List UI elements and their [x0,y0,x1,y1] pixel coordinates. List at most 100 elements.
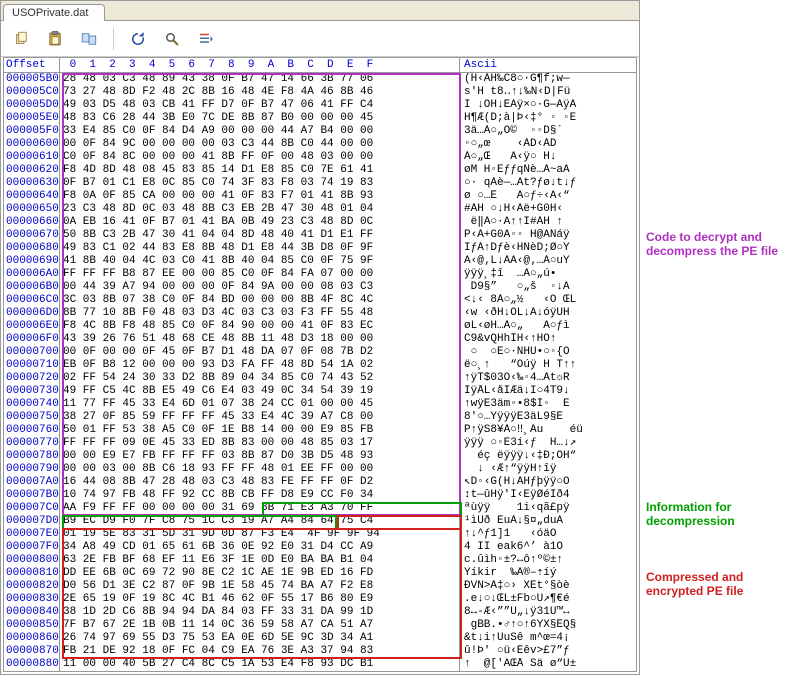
hex-row[interactable]: 000007F034 A8 49 CD 01 65 61 6B 36 0E 92… [4,541,636,554]
hex-row[interactable]: 00000770FF FF FF 09 0E 45 33 ED 8B 83 00… [4,437,636,450]
hex-row[interactable]: 0000075038 27 0F 85 59 FF FF FF 45 33 E4… [4,411,636,424]
ascii-cell: ÿÿÿ ○◦E3í‹ƒ H…↓↗ [460,437,636,450]
file-tab[interactable]: USOPrivate.dat [3,4,105,21]
hex-row[interactable]: 0000060000 0F 84 9C 00 00 00 00 03 C3 44… [4,138,636,151]
label-pe-file: Compressed and encrypted PE file [646,570,796,598]
hex-row[interactable]: 000006B000 44 39 A7 94 00 00 00 0F 84 9A… [4,281,636,294]
hex-cell: 73 27 48 8D F2 48 2C 8B 16 48 4E F8 4A 4… [60,86,460,99]
offset-cell: 00000860 [4,632,60,645]
offset-cell: 00000880 [4,658,60,671]
hex-row[interactable]: 0000078000 00 E9 E7 FB FF FF FF 03 8B 87… [4,450,636,463]
toolbar [1,21,639,57]
offset-cell: 00000840 [4,606,60,619]
offset-cell: 00000780 [4,450,60,463]
hex-row[interactable]: 000006300F B7 01 C1 E8 0C 85 C0 74 3F 83… [4,177,636,190]
hex-row[interactable]: 00000810DD EE 6B 0C 69 72 90 8E C2 1C AE… [4,567,636,580]
offset-cell: 000006A0 [4,268,60,281]
offset-cell: 00000830 [4,593,60,606]
hex-cell: 23 C3 48 8D 0C 03 48 8B C3 EB 2B 47 30 4… [60,203,460,216]
ascii-cell: c.ûìh­◦±?↔ô↑º©±↑ [460,554,636,567]
offset-cell: 000005E0 [4,112,60,125]
offset-cell: 00000610 [4,151,60,164]
hex-row[interactable]: 0000076050 01 FF 53 38 A5 C0 0F 1E B8 14… [4,424,636,437]
hex-row[interactable]: 00000640F8 0A 0F 85 CA 00 00 00 41 0F 83… [4,190,636,203]
copy-icon[interactable] [11,29,31,49]
hex-row[interactable]: 000005D049 03 D5 48 03 CB 41 FF D7 0F B7… [4,99,636,112]
hex-cell: AA F9 FF FF 00 00 00 00 31 69 8B 71 E3 A… [60,502,460,515]
hex-row[interactable]: 000008507F B7 67 2E 1B 0B 11 14 0C 36 59… [4,619,636,632]
hex-row[interactable]: 00000620F8 4D 8D 48 08 45 83 85 14 D1 E8… [4,164,636,177]
hex-row[interactable]: 00000820D0 56 D1 3E C2 87 0F 9B 1E 58 45… [4,580,636,593]
hex-row[interactable]: 00000610C0 0F 84 8C 00 00 00 41 8B FF 0F… [4,151,636,164]
hex-row[interactable]: 000006D08B 77 10 8B F0 48 03 D3 4C 03 C3… [4,307,636,320]
hex-row[interactable]: 0000069041 8B 40 04 4C 03 C0 41 8B 40 04… [4,255,636,268]
hex-row[interactable]: 000005C073 27 48 8D F2 48 2C 8B 16 48 4E… [4,86,636,99]
hex-row[interactable]: 000006A0FF FF FF B8 87 EE 00 00 85 C0 0F… [4,268,636,281]
hex-row[interactable]: 0000068049 83 C1 02 44 83 E8 8B 48 D1 E8… [4,242,636,255]
hex-cell: 00 00 E9 E7 FB FF FF FF 03 8B 87 D0 3B D… [60,450,460,463]
ascii-cell: ↑wÿE3äm◦•8$Ì◦ E [460,398,636,411]
hex-cell: 49 FF C5 4C 8B E5 49 C6 E4 03 49 0C 34 5… [60,385,460,398]
hex-row[interactable]: 0000072002 FF 54 24 30 33 D2 8B 89 04 34… [4,372,636,385]
ascii-cell: IƒÁ↑Dƒè‹HÑèD;Ø○Ÿ [460,242,636,255]
hex-row[interactable]: 0000065023 C3 48 8D 0C 03 48 8B C3 EB 2B… [4,203,636,216]
toolbar-separator [113,28,114,50]
annotation-panel: Code to decrypt and decompress the PE fi… [640,0,800,675]
hex-cell: 00 0F 00 00 0F 45 0F B7 D1 48 DA 07 0F 0… [60,346,460,359]
hex-row[interactable]: 00000710EB 0F B8 12 00 00 00 93 D3 FA FF… [4,359,636,372]
hex-cell: 38 1D 2D C6 8B 94 94 DA 84 03 FF 33 31 D… [60,606,460,619]
hex-cell: 38 27 0F 85 59 FF FF FF 45 33 E4 4C 39 A… [60,411,460,424]
hex-row[interactable]: 0000086026 74 97 69 55 D3 75 53 EA 0E 6D… [4,632,636,645]
refresh-icon[interactable] [128,29,148,49]
hex-cell: 11 77 FF 45 33 E4 6D 01 07 38 24 CC 01 0… [60,398,460,411]
compare-icon[interactable] [79,29,99,49]
hex-row[interactable]: 0000073049 FF C5 4C 8B E5 49 C6 E4 03 49… [4,385,636,398]
ascii-cell: Ýíkir ‰Â®‒⇡íý [460,567,636,580]
hex-row[interactable]: 0000080063 2E FB BF 68 EF 11 E6 3F 1E 0D… [4,554,636,567]
hex-row[interactable]: 000007A016 44 08 8B 47 28 48 03 C3 48 83… [4,476,636,489]
hex-row[interactable]: 000006F043 39 26 76 51 48 68 CE 48 8B 11… [4,333,636,346]
hex-row[interactable]: 000007E001 19 5E 83 31 5D 31 9D 0D 87 F3… [4,528,636,541]
offset-cell: 00000800 [4,554,60,567]
hex-cell: 48 83 C6 28 44 3B E0 7C DE 8B 87 B0 00 0… [60,112,460,125]
hex-cell: 50 01 FF 53 38 A5 C0 0F 1E B8 14 00 00 E… [60,424,460,437]
offset-cell: 00000810 [4,567,60,580]
ascii-cell: ø ○…Ê A○ƒ÷‹A‹“ [460,190,636,203]
offset-cell: 00000820 [4,580,60,593]
hex-row[interactable]: 0000084038 1D 2D C6 8B 94 94 DA 84 03 FF… [4,606,636,619]
hex-row[interactable]: 000007C0AA F9 FF FF 00 00 00 00 31 69 8B… [4,502,636,515]
hex-row[interactable]: 0000079000 00 03 00 8B C6 18 93 FF FF 48… [4,463,636,476]
tab-bar: USOPrivate.dat [1,1,639,21]
hex-cell: EB 0F B8 12 00 00 00 93 D3 FA FF 48 8D 5… [60,359,460,372]
hex-row[interactable]: 000007D0B9 EC D9 F0 7F C8 75 1C C3 19 A7… [4,515,636,528]
hex-cell: FF FF FF 09 0E 45 33 ED 8B 83 00 00 48 8… [60,437,460,450]
hex-row[interactable]: 000005B028 48 03 C3 48 89 43 38 0F B7 47… [4,73,636,86]
hex-row[interactable]: 0000088011 00 00 40 5B 27 C4 8C C5 1A 53… [4,658,636,671]
hex-row[interactable]: 0000074011 77 FF 45 33 E4 6D 01 07 38 24… [4,398,636,411]
hex-row[interactable]: 000005E048 83 C6 28 44 3B E0 7C DE 8B 87… [4,112,636,125]
hex-row[interactable]: 000006E0F8 4C 8B F8 48 85 C0 0F 84 90 00… [4,320,636,333]
ascii-cell: D9§” ○„š ◦↓Ã [460,281,636,294]
hex-row[interactable]: 0000067050 8B C3 2B 47 30 41 04 04 8D 48… [4,229,636,242]
hex-row[interactable]: 000006C03C 03 8B 07 38 C0 0F 84 BD 00 00… [4,294,636,307]
ascii-cell: ↕t—ûHÿ'Ì‹ËÿØéÌð4 [460,489,636,502]
paste-icon[interactable] [45,29,65,49]
hex-row[interactable]: 00000870FB 21 DE 92 18 0F FC 04 C9 EA 76… [4,645,636,658]
offset-cell: 000006B0 [4,281,60,294]
offset-cell: 000005C0 [4,86,60,99]
offset-cell: 00000740 [4,398,60,411]
search-icon[interactable] [162,29,182,49]
options-icon[interactable] [196,29,216,49]
hex-header-row: Offset 0 1 2 3 4 5 6 7 8 9 A B C D E F A… [3,57,637,73]
ascii-cell: ↑↓^ƒ1]1 ‹óäO [460,528,636,541]
offset-cell: 00000690 [4,255,60,268]
hex-row[interactable]: 000007B010 74 97 FB 48 FF 92 CC 8B CB FF… [4,489,636,502]
hex-cell: 28 48 03 C3 48 89 43 38 0F B7 47 14 66 3… [60,73,460,86]
offset-cell: 000007C0 [4,502,60,515]
hex-row[interactable]: 0000070000 0F 00 00 0F 45 0F B7 D1 48 DA… [4,346,636,359]
hex-cell: 8B 77 10 8B F0 48 03 D3 4C 03 C3 03 F3 F… [60,307,460,320]
offset-cell: 000007A0 [4,476,60,489]
hex-row[interactable]: 000006600A EB 16 41 0F B7 01 41 BA 0B 49… [4,216,636,229]
hex-row[interactable]: 000005F033 E4 85 C0 0F 84 D4 A9 00 00 00… [4,125,636,138]
hex-row[interactable]: 000008302E 65 19 0F 19 8C 4C B1 46 62 0F… [4,593,636,606]
